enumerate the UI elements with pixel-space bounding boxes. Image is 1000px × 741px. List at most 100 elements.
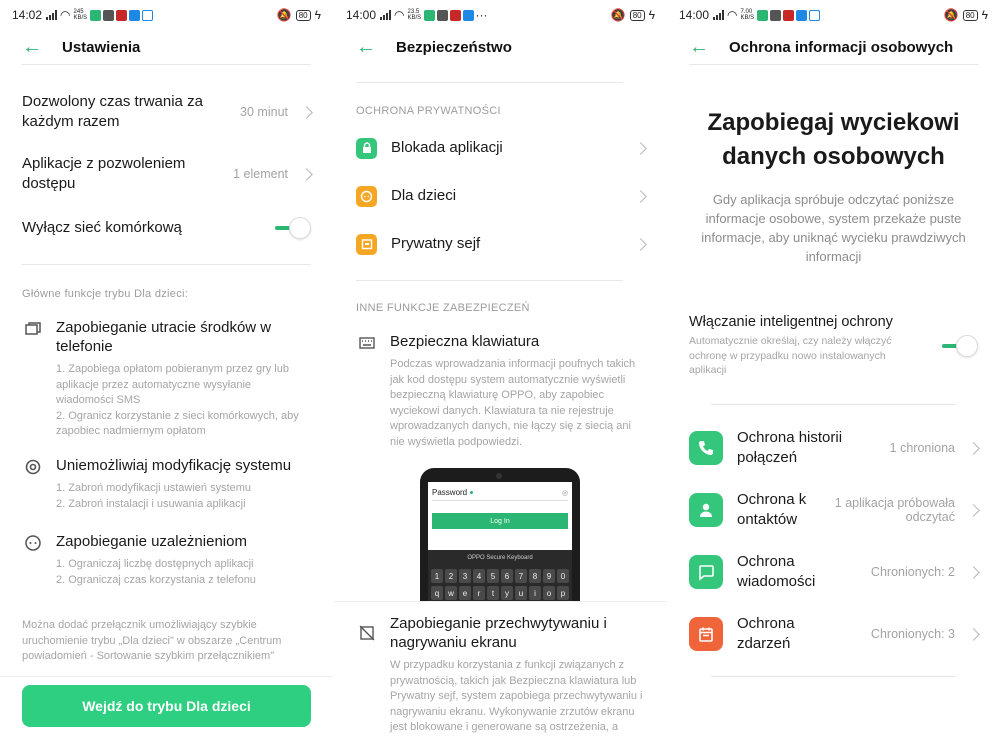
call-history-value: 1 chroniona <box>889 441 955 455</box>
keyboard-name: OPPO Secure Keyboard <box>467 555 533 561</box>
notification-icon <box>141 9 153 21</box>
keyboard-key: 7 <box>515 569 527 583</box>
status-bar: 14:00 ◠ 7.00 KB/S 🔕 80 ϟ <box>667 0 1000 30</box>
notification-icon <box>462 9 474 21</box>
mobile-network-toggle[interactable] <box>275 217 311 239</box>
keyboard-key: r <box>473 586 485 600</box>
feature-title: Uniemożliwiaj modyfikację systemu <box>56 457 292 474</box>
screen-kids-settings: 14:02 ◠ 245 KB/S 🔕 80 ϟ ← Ustawienia Doz… <box>0 0 333 741</box>
phone-illustration: Password ◎ Log In OPPO Secure Keyboard 1… <box>420 468 580 601</box>
keyboard-key: u <box>515 586 527 600</box>
page-title: Bezpieczeństwo <box>396 38 512 56</box>
messages-protection-row[interactable]: Ochrona wiadomości Chronionych: 2 <box>689 553 980 590</box>
notification-icon <box>449 9 461 21</box>
screen-capture-item: Zapobieganie przechwytywaniu i nagrywani… <box>356 614 645 736</box>
mobile-network-row: Wyłącz sieć komórkową <box>22 216 311 240</box>
notification-icon <box>756 9 768 21</box>
events-value: Chronionych: 3 <box>870 627 955 641</box>
messages-label: Ochrona wiadomości <box>737 553 816 590</box>
kids-mode-row[interactable]: Dla dzieci <box>356 184 647 208</box>
smart-protection-toggle[interactable] <box>942 335 978 357</box>
back-arrow-icon[interactable]: ← <box>356 36 396 59</box>
headline: Zapobiegaj wyciekowi danych osobowych <box>707 109 960 170</box>
keyboard-key: i <box>529 586 541 600</box>
network-speed: 23.5 KB/S <box>407 9 422 21</box>
screen-personal-info-protection: 14:00 ◠ 7.00 KB/S 🔕 80 ϟ ← Ochrona infor… <box>667 0 1000 741</box>
duration-row[interactable]: Dozwolony czas trwania za każdym razem 3… <box>22 90 313 134</box>
call-history-protection-row[interactable]: Ochrona historii połączeń 1 chroniona <box>689 429 980 466</box>
message-icon <box>689 555 723 589</box>
chevron-right-icon <box>967 565 980 579</box>
feature-item: Zapobieganie utracie środków w telefonie… <box>22 318 311 440</box>
events-label: Ochrona zdarzeń <box>737 615 795 652</box>
wifi-icon: ◠ <box>727 8 738 22</box>
eye-icon: ◎ <box>561 489 568 497</box>
kid-icon <box>356 185 377 207</box>
status-time: 14:02 <box>12 8 43 22</box>
more-icon: ··· <box>475 8 488 22</box>
allowed-apps-row[interactable]: Aplikacje z pozwoleniem dostępu 1 elemen… <box>22 152 313 196</box>
login-button: Log In <box>432 513 568 529</box>
feature-item: Uniemożliwiaj modyfikację systemu 1. Zab… <box>22 456 311 512</box>
keyboard-key: 0 <box>557 569 569 583</box>
private-safe-label: Prywatny sejf <box>391 235 481 252</box>
keyboard-key: o <box>543 586 555 600</box>
password-label: Password <box>432 488 468 497</box>
footer-note: Można dodać przełącznik umożliwiający sz… <box>22 619 282 662</box>
chevron-right-icon <box>967 627 980 641</box>
duration-label: Dozwolony czas trwania za każdym razem <box>22 93 203 130</box>
contacts-protection-row[interactable]: Ochrona k ontaktów 1 aplikacja próbowała… <box>689 491 980 528</box>
keyboard-key: 9 <box>543 569 555 583</box>
keyboard-key: 8 <box>529 569 541 583</box>
back-arrow-icon[interactable]: ← <box>689 36 729 59</box>
signal-icon <box>713 10 725 20</box>
page-title: Ochrona informacji osobowych <box>729 38 954 56</box>
status-bar: 14:00 ◠ 23.5 KB/S ··· 🔕 80 ϟ <box>334 0 667 30</box>
charging-icon: ϟ <box>648 8 655 22</box>
allowed-apps-value: 1 element <box>233 167 288 181</box>
enter-kids-mode-button[interactable]: Wejdź do trybu Dla dzieci <box>22 685 311 727</box>
keyboard-key: e <box>459 586 471 600</box>
charging-icon: ϟ <box>981 8 988 22</box>
back-arrow-icon[interactable]: ← <box>22 36 62 59</box>
events-protection-row[interactable]: Ochrona zdarzeń Chronionych: 3 <box>689 615 980 652</box>
notification-icon <box>115 9 127 21</box>
phone-icon <box>689 431 723 465</box>
other-section-header: INNE FUNKCJE ZABEZPIECZEŃ <box>356 302 530 314</box>
keyboard-key: 3 <box>459 569 471 583</box>
keyboard-key: 6 <box>501 569 513 583</box>
features-header: Główne funkcje trybu Dla dzieci: <box>22 288 189 300</box>
secure-keyboard-item: Bezpieczna klawiatura Podczas wprowadzan… <box>356 332 645 450</box>
battery-icon: 80 <box>629 9 645 21</box>
feature-desc: 1. Zabroń modyfikacji ustawień systemu 2… <box>56 482 252 510</box>
chevron-right-icon <box>967 503 980 517</box>
keyboard-key: y <box>501 586 513 600</box>
child-face-icon <box>25 535 41 551</box>
keyboard-number-row: 1234567890 <box>428 569 572 583</box>
notification-icon <box>795 9 807 21</box>
screen-security: 14:00 ◠ 23.5 KB/S ··· 🔕 80 ϟ ← Bezpiecze… <box>334 0 667 741</box>
chevron-right-icon <box>300 167 313 181</box>
chevron-right-icon <box>634 141 647 155</box>
app-lock-row[interactable]: Blokada aplikacji <box>356 136 647 160</box>
feature-desc: 1. Zapobiega opłatom pobieranym przez gr… <box>56 363 299 437</box>
battery-icon: 80 <box>295 9 311 21</box>
secure-keyboard-title: Bezpieczna klawiatura <box>390 333 540 350</box>
allowed-apps-label: Aplikacje z pozwoleniem dostępu <box>22 155 186 192</box>
status-bar: 14:02 ◠ 245 KB/S 🔕 80 ϟ <box>0 0 333 30</box>
keyboard-key: 5 <box>487 569 499 583</box>
call-history-label: Ochrona historii połączeń <box>737 429 843 466</box>
feature-desc: 1. Ograniczaj liczbę dostępnych aplikacj… <box>56 558 256 586</box>
messages-value: Chronionych: 2 <box>870 565 955 579</box>
app-lock-label: Blokada aplikacji <box>391 139 503 156</box>
wifi-icon: ◠ <box>394 8 405 22</box>
lock-icon <box>356 137 377 159</box>
keyboard-key: 1 <box>431 569 443 583</box>
money-icon <box>25 322 41 335</box>
mobile-network-label: Wyłącz sieć komórkową <box>22 219 182 236</box>
notification-icon <box>436 9 448 21</box>
screen-capture-desc: W przypadku korzystania z funkcji związa… <box>390 659 643 733</box>
private-safe-row[interactable]: Prywatny sejf <box>356 232 647 256</box>
wifi-icon: ◠ <box>60 8 71 22</box>
notification-icon <box>423 9 435 21</box>
